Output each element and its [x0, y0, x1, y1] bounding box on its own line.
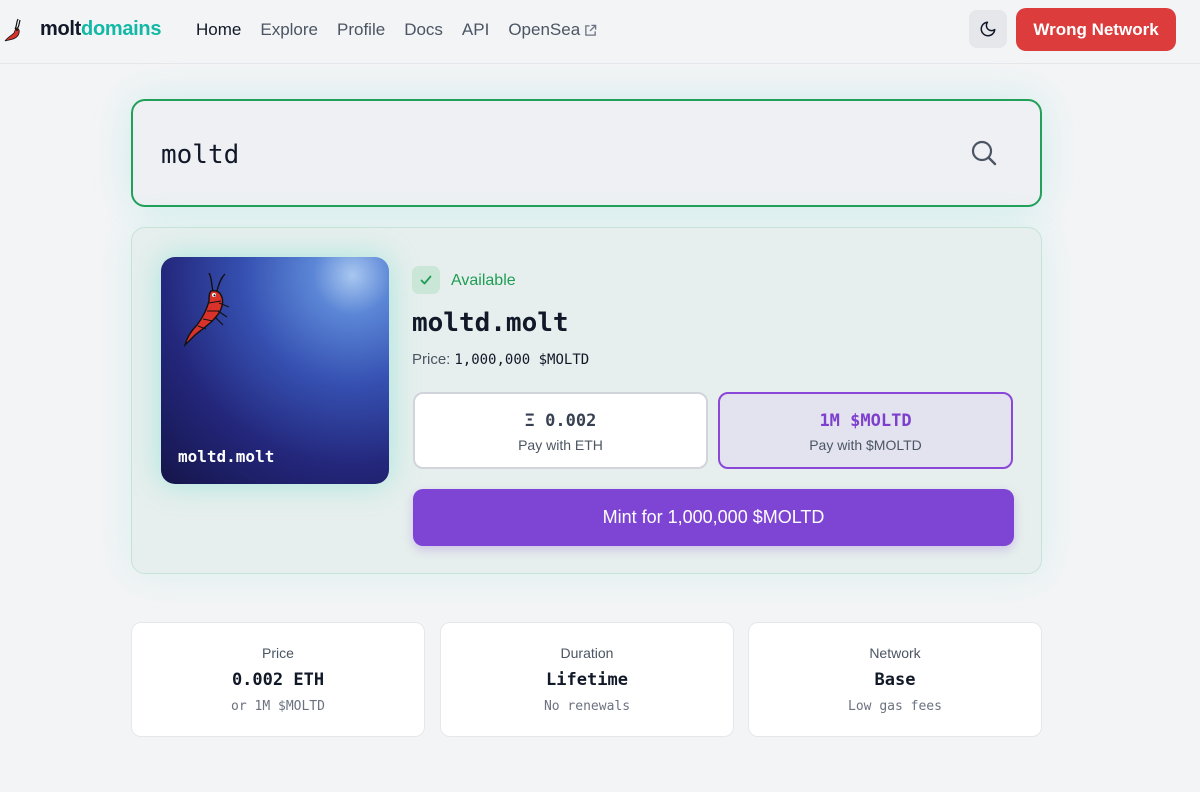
availability-status: Available: [451, 272, 516, 289]
price-value: 1,000,000 $MOLTD: [454, 352, 590, 368]
search-icon[interactable]: [970, 139, 998, 167]
pay-moltd-amount: 1M $MOLTD: [819, 411, 912, 431]
price-line: Price: 1,000,000 $MOLTD: [412, 351, 589, 368]
nav-link-explore[interactable]: Explore: [260, 20, 318, 40]
info-card-value: 0.002 ETH: [231, 670, 325, 690]
pay-with-moltd-option[interactable]: 1M $MOLTD Pay with $MOLTD: [718, 392, 1013, 469]
info-card-subtext: No renewals: [543, 699, 631, 714]
domain-search-box: [131, 99, 1042, 207]
nav-link-docs[interactable]: Docs: [404, 20, 443, 40]
shrimp-icon: [183, 273, 230, 347]
info-card-subtext: or 1M $MOLTD: [231, 699, 325, 714]
domain-result-card: moltd.molt Available moltd.molt Price: 1,…: [131, 227, 1042, 574]
info-card-value: Lifetime: [546, 670, 628, 690]
available-check-badge: [412, 266, 440, 294]
top-nav: moltdomains Home Explore Profile Docs AP…: [0, 0, 1200, 64]
nav-link-opensea-label: OpenSea: [508, 20, 581, 39]
wrong-network-button[interactable]: Wrong Network: [1016, 8, 1176, 51]
moon-icon: [980, 21, 996, 37]
info-card-title: Network: [869, 645, 921, 661]
brand-part-2: domains: [81, 18, 162, 40]
pay-eth-amount: Ξ 0.002: [524, 411, 597, 431]
info-card-network: Network Base Low gas fees: [748, 622, 1042, 737]
external-link-icon: [585, 24, 597, 36]
pay-moltd-label: Pay with $MOLTD: [809, 437, 922, 453]
brand-part-1: molt: [40, 18, 82, 40]
info-card-price: Price 0.002 ETH or 1M $MOLTD: [131, 622, 425, 737]
pay-with-eth-option[interactable]: Ξ 0.002 Pay with ETH: [413, 392, 708, 469]
check-icon: [420, 275, 432, 285]
theme-toggle-button[interactable]: [969, 10, 1007, 48]
info-card-subtext: Low gas fees: [848, 699, 942, 714]
domain-name-title: moltd.molt: [412, 308, 569, 338]
info-card-title: Duration: [560, 645, 614, 661]
brand-logo-text[interactable]: moltdomains: [40, 18, 161, 41]
mint-button[interactable]: Mint for 1,000,000 $MOLTD: [413, 489, 1014, 546]
pay-eth-label: Pay with ETH: [518, 437, 603, 453]
price-label: Price:: [412, 351, 451, 368]
info-card-title: Price: [262, 645, 294, 661]
nav-link-profile[interactable]: Profile: [337, 20, 385, 40]
info-card-value: Base: [874, 670, 916, 690]
nav-link-opensea[interactable]: OpenSea: [508, 20, 597, 40]
info-card-duration: Duration Lifetime No renewals: [440, 622, 734, 737]
nav-link-home[interactable]: Home: [196, 20, 241, 40]
nft-name-label: moltd.molt: [178, 447, 275, 466]
nav-links: Home Explore Profile Docs API OpenSea: [196, 20, 616, 40]
nav-link-api[interactable]: API: [462, 20, 489, 40]
nft-preview-image: moltd.molt: [161, 257, 389, 484]
search-input[interactable]: [161, 135, 941, 175]
shrimp-logo-icon[interactable]: [2, 17, 24, 43]
